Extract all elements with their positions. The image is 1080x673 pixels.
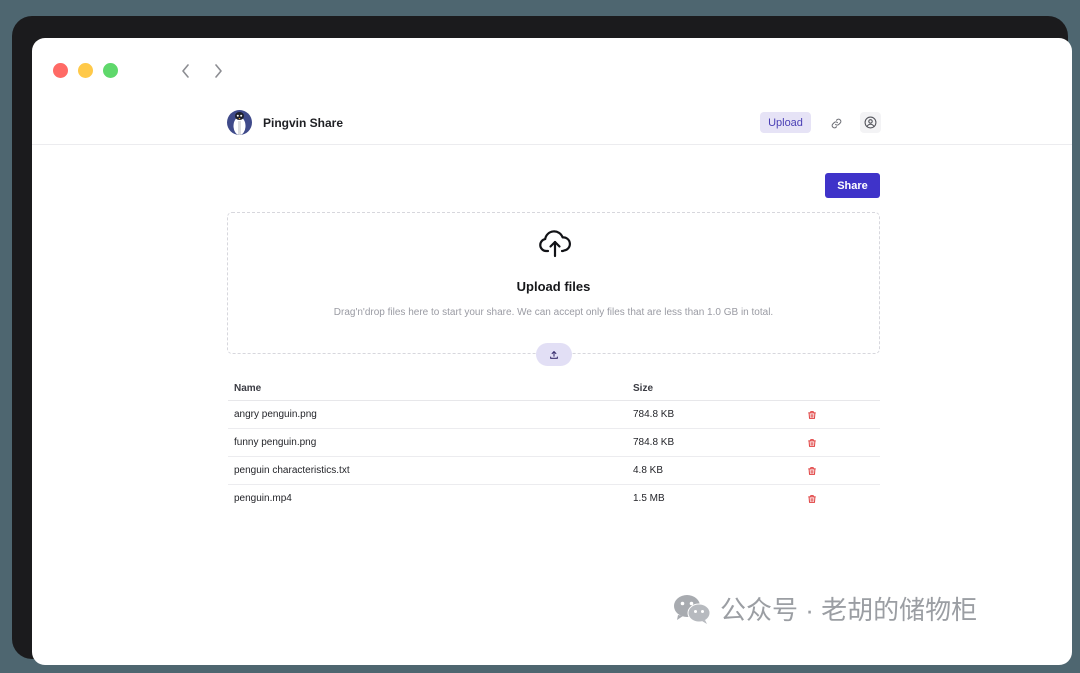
link-icon [831,118,841,128]
file-size: 784.8 KB [627,428,789,457]
table-row: penguin characteristics.txt 4.8 KB [228,456,880,485]
file-name: penguin characteristics.txt [228,456,627,485]
penguin-icon [233,112,246,135]
chevron-right-icon [215,64,222,78]
user-menu-button[interactable] [860,112,881,133]
select-files-button[interactable] [536,343,572,366]
file-size: 784.8 KB [627,400,789,429]
upload-arrow-icon [550,350,558,359]
watermark: 公众号 · 老胡的储物柜 [672,590,977,627]
trash-icon [808,494,816,503]
file-table: Name Size angry penguin.png 784.8 KB fun… [228,376,880,512]
file-size: 4.8 KB [627,456,789,485]
delete-file-button[interactable] [804,407,820,423]
trash-icon [808,438,816,447]
cloud-upload-icon [539,230,571,258]
brand-name[interactable]: Pingvin Share [263,116,343,130]
table-row: penguin.mp4 1.5 MB [228,485,880,513]
row-actions [789,456,880,485]
table-row: angry penguin.png 784.8 KB [228,400,880,429]
row-actions [789,400,880,429]
penguin-logo[interactable] [227,110,252,135]
window-frame: Pingvin Share Upload Share Upload files … [12,16,1072,665]
row-actions [789,428,880,457]
dropzone-description: Drag'n'drop files here to start your sha… [333,307,774,318]
wechat-icon [674,594,711,624]
link-button[interactable] [826,113,846,133]
forward-button[interactable] [209,62,227,80]
delete-file-button[interactable] [804,435,820,451]
back-button[interactable] [177,62,195,80]
user-circle-icon [864,116,877,129]
trash-icon [808,410,816,419]
delete-file-button[interactable] [804,463,820,479]
minimize-window-button[interactable] [78,63,93,78]
browser-window: Pingvin Share Upload Share Upload files … [32,38,1072,665]
file-name: penguin.mp4 [234,493,292,504]
file-name: funny penguin.png [228,428,627,457]
upload-nav-button[interactable]: Upload [760,112,811,133]
column-header-actions [789,376,880,401]
share-button[interactable]: Share [825,173,880,198]
column-header-name: Name [228,376,627,401]
close-window-button[interactable] [53,63,68,78]
trash-icon [808,466,816,475]
delete-file-button[interactable] [804,491,820,507]
column-header-size: Size [627,376,789,401]
upload-dropzone[interactable]: Upload files Drag'n'drop files here to s… [227,212,880,354]
file-name: angry penguin.png [228,400,627,429]
maximize-window-button[interactable] [103,63,118,78]
table-row: funny penguin.png 784.8 KB [228,428,880,457]
watermark-text: 公众号 · 老胡的储物柜 [720,595,978,625]
app-header: Pingvin Share Upload [32,106,1072,145]
row-actions [789,485,880,513]
table-header-row: Name Size [228,376,880,401]
chevron-left-icon [182,64,189,78]
dropzone-title: Upload files [516,279,591,294]
file-size: 1.5 MB [633,493,665,504]
